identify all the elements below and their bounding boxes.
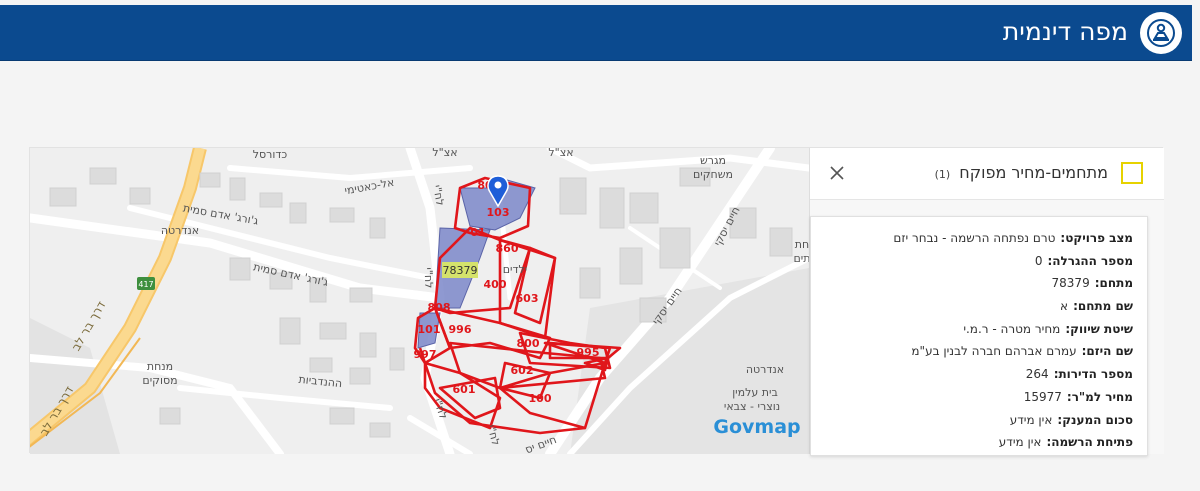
parcel-label[interactable]: 100 <box>529 392 552 405</box>
info-panel: מתחמים-מחיר מפוקח (1) מצב פרויקט: טרם נפת… <box>809 148 1164 456</box>
parcel-label[interactable]: 800 <box>517 337 540 350</box>
map-pin-person-icon <box>1140 12 1182 54</box>
detail-row: מתחם: 78379 <box>811 272 1133 295</box>
map-view[interactable]: 103 860 400 603 808 101 996 800 995 997 … <box>30 148 809 454</box>
detail-value: אין מידע <box>998 435 1042 450</box>
detail-label: מספר ההגרלה: <box>1047 253 1133 268</box>
detail-value: 0 <box>1034 253 1043 268</box>
street-label: כדורסל <box>253 148 288 161</box>
parcel-label[interactable]: 602 <box>511 364 534 377</box>
detail-label: פתיחת הרשמה: <box>1046 435 1133 450</box>
detail-row: מחיר למ"ר: 15977 <box>811 386 1133 409</box>
detail-value: אין מידע <box>1009 412 1053 427</box>
map-card: 103 860 400 603 808 101 996 800 995 997 … <box>29 147 1164 456</box>
detail-value: 15977 <box>1023 389 1062 404</box>
govmap-watermark: Govmap <box>713 416 800 438</box>
parcel-label[interactable]: 808 <box>428 301 451 314</box>
page-title: מפה דינמית <box>1002 17 1128 46</box>
parcel-label[interactable]: 997 <box>414 348 437 361</box>
detail-label: שם היזם: <box>1081 344 1133 359</box>
street-label: אנדרטה <box>161 224 199 237</box>
app-header: מפה דינמית <box>0 5 1192 61</box>
street-label: משחקים <box>693 168 733 181</box>
detail-label: מצב פרויקט: <box>1060 231 1133 245</box>
street-label: אנדרטה <box>746 363 784 376</box>
detail-row: מצב פרויקט: טרם נפתחה הרשמה - נבחר יזם <box>811 227 1133 250</box>
parcel-label[interactable]: 996 <box>449 323 472 336</box>
street-label: אצ"ל <box>548 148 573 159</box>
detail-label: מחיר למ"ר: <box>1066 389 1133 404</box>
street-label: מגרש <box>700 154 726 167</box>
panel-header: מתחמים-מחיר מפוקח (1) <box>810 148 1164 200</box>
street-label: מנחת <box>147 360 173 373</box>
street-label: תים <box>794 252 810 265</box>
detail-value: 264 <box>1025 367 1049 382</box>
detail-value: 78379 <box>1051 276 1090 291</box>
legend-swatch <box>1121 162 1143 184</box>
detail-label: שיטת שיווק: <box>1065 321 1133 336</box>
parcel-label[interactable]: 601 <box>453 383 476 396</box>
detail-row: מספר ההגרלה: 0 <box>811 250 1133 273</box>
parcel-label[interactable]: 01 <box>470 226 485 239</box>
close-icon[interactable] <box>826 162 848 184</box>
detail-value: טרם נפתחה הרשמה - נבחר יזם <box>893 231 1056 245</box>
detail-label: סכום המענק: <box>1057 412 1133 427</box>
street-label: אצ"ל <box>432 148 457 159</box>
detail-row: שם היזם: עמרם אברהם חברה לבנין בע"מ <box>811 340 1133 363</box>
svg-text:417: 417 <box>138 280 153 289</box>
parcel-label[interactable]: 995 <box>577 346 600 359</box>
detail-label: שם מתחם: <box>1073 299 1133 314</box>
street-label: לח"י <box>422 267 436 288</box>
detail-value: מחיר מטרה - ר.מ.י <box>963 321 1061 336</box>
parcel-label[interactable]: 603 <box>516 292 539 305</box>
parcel-label[interactable]: 101 <box>418 323 441 336</box>
detail-label: מתחם: <box>1094 276 1133 291</box>
detail-row: פתיחת הרשמה: אין מידע <box>811 431 1133 454</box>
street-label: מסוקים <box>142 374 177 387</box>
project-details: מצב פרויקט: טרם נפתחה הרשמה - נבחר יזם מס… <box>810 216 1148 456</box>
street-label: נוצרי - צבאי <box>724 400 780 413</box>
parcel-label[interactable]: 860 <box>496 242 519 255</box>
panel-title-text: מתחמים-מחיר מפוקח <box>959 163 1108 182</box>
detail-row: מספר הדירות: 264 <box>811 363 1133 386</box>
detail-row: שיטת שיווק: מחיר מטרה - ר.מ.י <box>811 318 1133 341</box>
detail-value: עמרם אברהם חברה לבנין בע"מ <box>911 344 1077 359</box>
street-label: חת <box>795 238 809 251</box>
detail-row: שם מתחם: א <box>811 295 1133 318</box>
result-count: (1) <box>934 168 951 181</box>
panel-title: מתחמים-מחיר מפוקח (1) <box>935 163 1108 182</box>
street-label: ילדים <box>503 263 527 276</box>
highlighted-parcel-label[interactable]: 78379 <box>443 264 478 277</box>
parcel-label[interactable]: 103 <box>487 206 510 219</box>
parcel-label[interactable]: 400 <box>484 278 507 291</box>
road-number-badge: 417 <box>137 277 155 290</box>
detail-value: א <box>1060 299 1069 314</box>
detail-label: מספר הדירות: <box>1053 367 1133 382</box>
street-label: בית עלמין <box>732 386 778 399</box>
detail-row: סכום המענק: אין מידע <box>811 409 1133 432</box>
